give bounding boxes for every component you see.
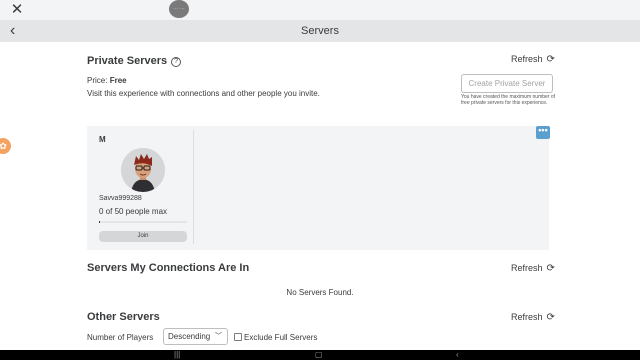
private-servers-refresh-button[interactable]: Refresh ⟳ [511, 54, 555, 65]
avatar[interactable] [121, 148, 165, 192]
help-icon[interactable]: ? [171, 57, 182, 67]
price-row: Price: Free [87, 76, 127, 85]
other-servers-title: Other Servers [87, 311, 160, 323]
private-servers-description: Visit this experience with connections a… [87, 89, 320, 98]
more-options-button[interactable]: ••• [536, 126, 550, 139]
refresh-icon: ⟳ [546, 312, 555, 323]
sort-order-value: Descending [168, 332, 211, 341]
gift-icon[interactable]: ✿ [0, 138, 11, 154]
sort-order-select[interactable]: Descending ﹀ [163, 328, 228, 345]
refresh-label: Refresh [511, 54, 543, 64]
server-capacity: 0 of 50 people max [99, 207, 168, 216]
close-icon[interactable]: ✕ [10, 2, 24, 17]
page-title: Servers [301, 25, 339, 37]
capacity-bar [99, 221, 187, 223]
player-name[interactable]: Savva999288 [99, 195, 142, 202]
create-private-server-button[interactable]: Create Private Server [461, 74, 553, 93]
server-name: M [99, 135, 106, 144]
exclude-full-checkbox[interactable] [234, 333, 242, 341]
capacity-bar-fill [99, 221, 100, 223]
back-icon[interactable]: ‹ [456, 350, 459, 360]
other-servers-refresh-button[interactable]: Refresh ⟳ [511, 312, 555, 323]
system-nav-bar: ||| ▢ ‹ [0, 350, 640, 360]
price-value: Free [109, 76, 127, 85]
home-icon[interactable]: ▢ [315, 350, 323, 360]
recents-icon[interactable]: ||| [174, 350, 180, 360]
exclude-full-label[interactable]: Exclude Full Servers [244, 333, 317, 342]
refresh-label: Refresh [511, 312, 543, 322]
overlay-circle-button[interactable]: ··· ··· [169, 0, 189, 18]
chevron-down-icon: ﹀ [215, 333, 222, 340]
page-header: ‹ Servers [0, 20, 640, 42]
private-servers-title: Private Servers [87, 55, 168, 67]
refresh-label: Refresh [511, 263, 543, 273]
empty-state-text: No Servers Found. [286, 288, 354, 297]
connections-servers-title: Servers My Connections Are In [87, 262, 250, 274]
avatar-image [121, 148, 165, 192]
connections-refresh-button[interactable]: Refresh ⟳ [511, 263, 555, 274]
private-server-card: M Savva999288 0 of 50 people max Join [94, 130, 194, 244]
players-sort-label: Number of Players [87, 333, 154, 342]
create-limit-note: You have created the maximum number of f… [461, 94, 556, 106]
refresh-icon: ⟳ [546, 263, 555, 274]
price-label: Price: [87, 76, 108, 85]
join-button[interactable]: Join [99, 231, 187, 242]
top-bar: ✕ ··· ··· [0, 0, 640, 20]
private-servers-heading: Private Servers? [87, 55, 182, 67]
refresh-icon: ⟳ [546, 54, 555, 65]
